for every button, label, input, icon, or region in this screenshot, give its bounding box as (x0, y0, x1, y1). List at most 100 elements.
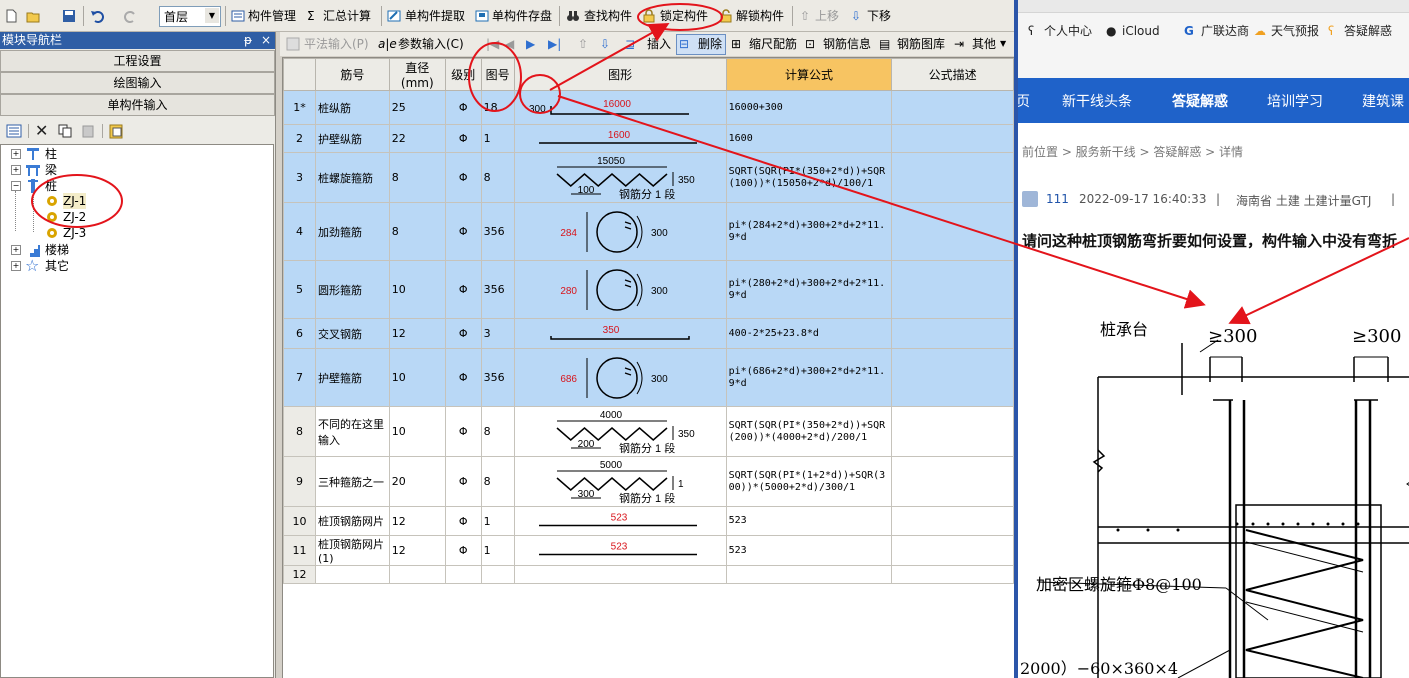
copy-icon[interactable] (58, 124, 72, 138)
collapse-icon[interactable]: − (11, 181, 21, 191)
move-up-button[interactable]: 上移 (815, 6, 839, 26)
table-row[interactable]: 12 (283, 565, 1014, 584)
author-name[interactable]: 111 (1046, 192, 1069, 206)
cell-grade[interactable]: Φ (444, 456, 482, 507)
new-file-icon[interactable] (4, 9, 18, 23)
cell-bar-name[interactable] (314, 565, 390, 584)
table-row[interactable]: 8 不同的在这里输入 10 Φ 8 4000 350 200 钢筋分 1 段 SQRT(SQR(P… (283, 406, 1014, 457)
cell-bar-name[interactable]: 护壁纵筋 (314, 124, 390, 153)
find-component-button[interactable]: 查找构件 (584, 6, 632, 26)
cell-bar-name[interactable]: 桩顶钢筋网片 (314, 506, 390, 536)
tree-item-stair[interactable]: 楼梯 (45, 242, 69, 258)
row-number[interactable]: 7 (283, 348, 316, 407)
cell-diameter[interactable] (388, 565, 446, 584)
header-grade[interactable]: 级别 (444, 58, 482, 91)
next-record-icon[interactable]: ▶ (526, 36, 535, 52)
cell-bar-name[interactable]: 桩螺旋箍筋 (314, 152, 390, 203)
cell-formula[interactable]: pi*(686+2*d)+300+2*d+2*11.9*d (725, 348, 893, 407)
last-record-icon[interactable]: ▶| (548, 36, 561, 52)
row-number[interactable]: 9 (283, 456, 316, 507)
cell-formula[interactable]: 523 (725, 535, 893, 566)
cell-formula-desc[interactable] (891, 565, 1014, 584)
table-row[interactable]: 4 加劲箍筋 8 Φ 356 284 300 pi*(284+2*d)+300+2*d+2*1… (283, 202, 1014, 261)
row-number[interactable]: 4 (283, 202, 316, 261)
cell-formula[interactable]: 16000+300 (725, 90, 893, 125)
delete-icon[interactable]: ✕ (35, 121, 48, 140)
expand-icon[interactable]: + (11, 261, 21, 271)
table-row[interactable]: 9 三种箍筋之一 20 Φ 8 5000 1 300 钢筋分 1 段 SQRT(SQR(PI*(1… (283, 456, 1014, 507)
cell-formula-desc[interactable] (891, 506, 1014, 536)
cell-bar-name[interactable]: 三种箍筋之一 (314, 456, 390, 507)
cell-formula[interactable]: SQRT(SQR(PI*(1+2*d))+SQR(300))*(5000+2*d… (725, 456, 893, 507)
site-nav-training[interactable]: 培训学习 (1267, 91, 1323, 111)
cell-bar-name[interactable]: 不同的在这里输入 (314, 406, 390, 457)
chevron-down-icon[interactable]: ▼ (1000, 36, 1006, 52)
cell-shape[interactable]: 350 (513, 318, 727, 349)
bookmark-personal-center[interactable]: 个人中心 (1044, 22, 1092, 40)
table-row[interactable]: 7 护壁箍筋 10 Φ 356 686 300 pi*(686+2*d)+300+2*d+2*… (283, 348, 1014, 407)
save-icon[interactable] (62, 9, 76, 23)
cell-formula-desc[interactable] (891, 535, 1014, 566)
row-up-icon[interactable]: ⇧ (578, 36, 588, 52)
row-number[interactable]: 1* (283, 90, 316, 125)
tree-item-other[interactable]: 其它 (45, 258, 69, 274)
row-number[interactable]: 3 (283, 152, 316, 203)
param-input-button[interactable]: 参数输入(C) (398, 36, 464, 52)
lock-component-button[interactable]: 锁定构件 (660, 6, 708, 26)
table-row[interactable]: 10 桩顶钢筋网片 12 Φ 1 523 523 (283, 506, 1014, 536)
bookmark-glodon[interactable]: 广联达商 (1201, 22, 1249, 40)
row-number[interactable]: 5 (283, 260, 316, 319)
cell-bar-name[interactable]: 桩顶钢筋网片(1) (314, 535, 390, 566)
cell-formula-desc[interactable] (891, 152, 1014, 203)
cell-formula-desc[interactable] (891, 124, 1014, 153)
header-formula-desc[interactable]: 公式描述 (891, 58, 1014, 91)
cell-grade[interactable]: Φ (444, 202, 482, 261)
cell-figure-no[interactable]: 8 (480, 152, 515, 203)
expand-icon[interactable]: + (11, 245, 21, 255)
nav-button-single-input[interactable]: 单构件输入 (0, 94, 275, 116)
cell-diameter[interactable]: 8 (388, 202, 446, 261)
cell-figure-no[interactable]: 356 (480, 348, 515, 407)
unlock-component-button[interactable]: 解锁构件 (736, 6, 784, 26)
row-number[interactable]: 12 (283, 565, 316, 584)
table-row[interactable]: 1* 桩纵筋 25 Φ 18 300 16000 16000+300 (283, 90, 1014, 125)
delete-button[interactable]: 删除 (698, 36, 722, 52)
expand-icon[interactable]: + (11, 165, 21, 175)
cell-shape[interactable]: 1600 (513, 124, 727, 153)
cell-shape[interactable]: 4000 350 200 钢筋分 1 段 (513, 406, 727, 457)
cell-formula[interactable]: SQRT(SQR(PI*(350+2*d))+SQR(100))*(15050+… (725, 152, 893, 203)
single-extract-button[interactable]: 单构件提取 (405, 6, 465, 26)
cell-grade[interactable]: Φ (444, 260, 482, 319)
cell-shape[interactable] (513, 565, 727, 584)
table-row[interactable]: 5 圆形箍筋 10 Φ 356 280 300 pi*(280+2*d)+300+2*d+2*… (283, 260, 1014, 319)
cell-diameter[interactable]: 10 (388, 406, 446, 457)
cell-diameter[interactable]: 22 (388, 124, 446, 153)
cell-figure-no[interactable]: 1 (480, 124, 515, 153)
cell-formula[interactable]: SQRT(SQR(PI*(350+2*d))+SQR(200))*(4000+2… (725, 406, 893, 457)
component-manage-button[interactable]: 构件管理 (248, 6, 296, 26)
cell-figure-no[interactable] (480, 565, 515, 584)
row-number[interactable]: 11 (283, 535, 316, 566)
other-button[interactable]: 其他 (972, 36, 996, 52)
pin-icon[interactable]: ᵽ (244, 32, 252, 49)
cell-formula[interactable]: pi*(280+2*d)+300+2*d+2*11.9*d (725, 260, 893, 319)
cell-formula[interactable]: 400-2*25+23.8*d (725, 318, 893, 349)
cell-shape[interactable]: 284 300 (513, 202, 727, 261)
cell-bar-name[interactable]: 护壁箍筋 (314, 348, 390, 407)
cell-grade[interactable]: Φ (444, 406, 482, 457)
table-row[interactable]: 6 交叉钢筋 12 Φ 3 350 400-2*25+23.8*d (283, 318, 1014, 349)
bookmark-weather[interactable]: 天气预报 (1271, 22, 1319, 40)
cell-grade[interactable]: Φ (444, 506, 482, 536)
bookmark-qa[interactable]: 答疑解惑 (1344, 22, 1392, 40)
cell-figure-no[interactable]: 8 (480, 456, 515, 507)
move-down-button[interactable]: 下移 (867, 6, 891, 26)
redo-icon[interactable] (124, 9, 138, 23)
table-row[interactable]: 11 桩顶钢筋网片(1) 12 Φ 1 523 523 (283, 535, 1014, 566)
cell-formula-desc[interactable] (891, 406, 1014, 457)
cell-bar-name[interactable]: 圆形箍筋 (314, 260, 390, 319)
tree-item-zj-3[interactable]: ZJ-3 (63, 225, 86, 241)
cell-formula[interactable]: 523 (725, 506, 893, 536)
cell-bar-name[interactable]: 交叉钢筋 (314, 318, 390, 349)
cell-grade[interactable]: Φ (444, 535, 482, 566)
site-nav-course[interactable]: 建筑课 (1362, 91, 1404, 111)
